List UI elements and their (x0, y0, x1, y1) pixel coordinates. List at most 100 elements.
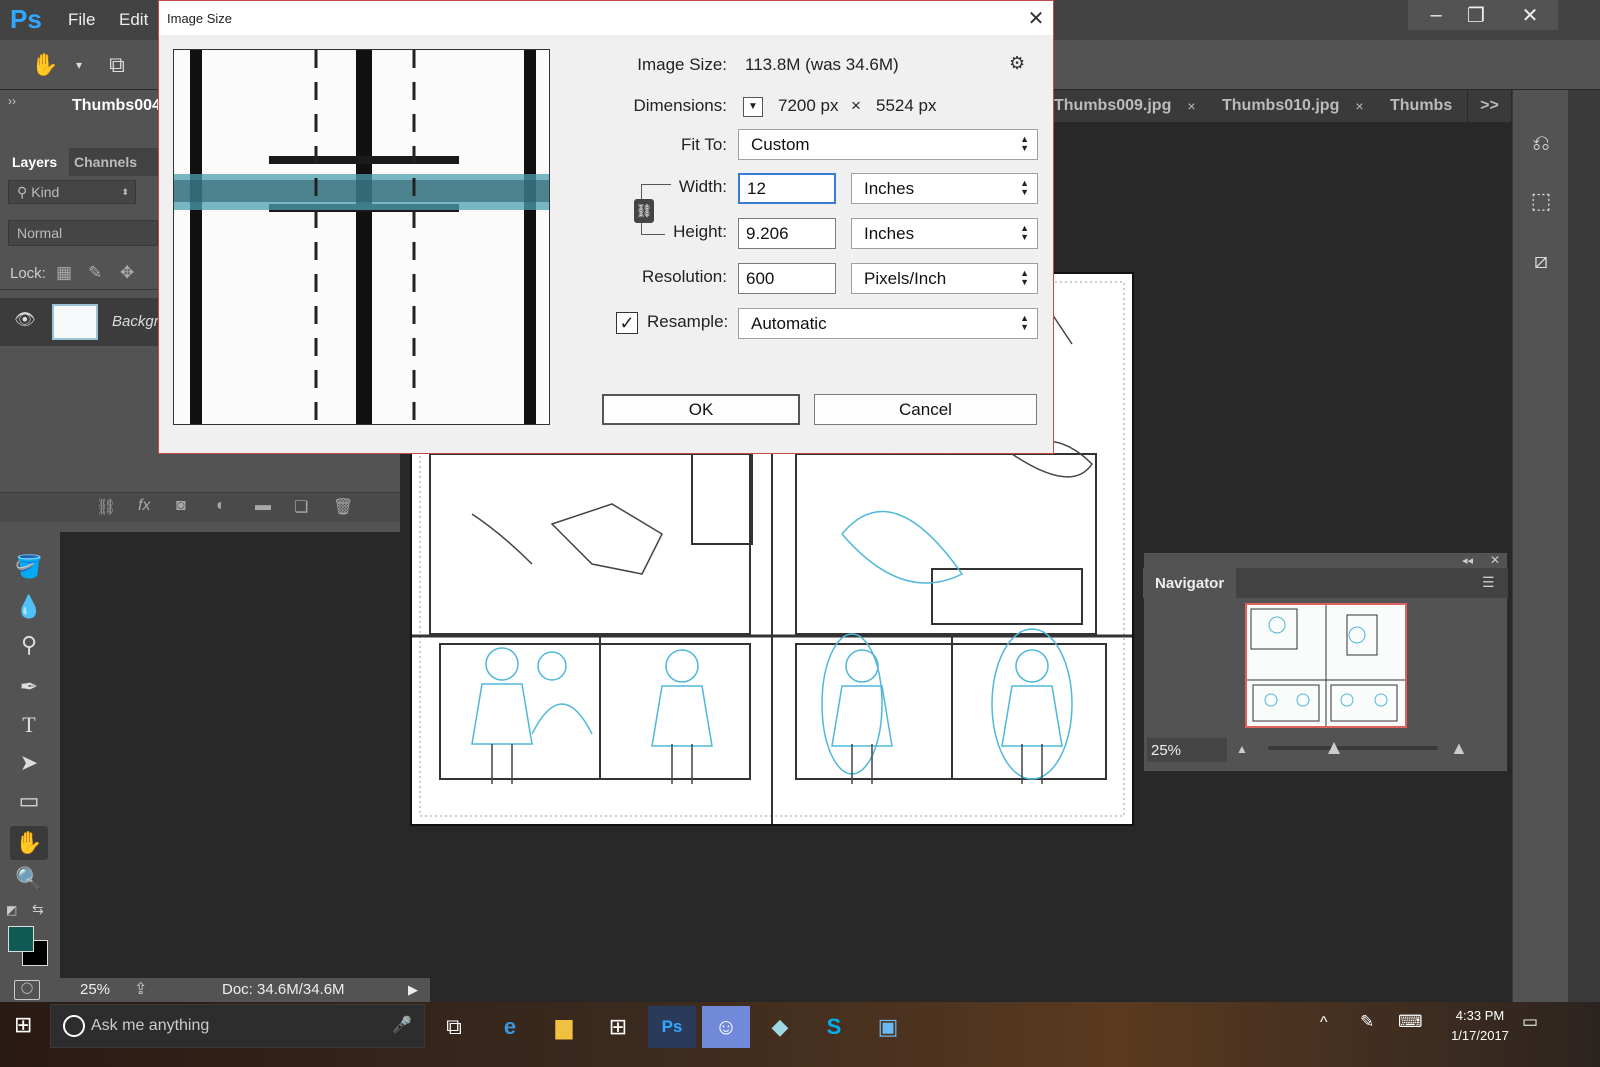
path-selection-icon[interactable]: ➤ (10, 746, 48, 780)
image-preview[interactable] (173, 49, 550, 425)
new-group-icon[interactable]: ▬ (255, 497, 271, 515)
layer-name[interactable]: Backgr (112, 313, 159, 330)
height-input[interactable]: 9.206 (738, 218, 836, 249)
navigator-thumbnail[interactable] (1245, 603, 1407, 728)
tab-overflow-button[interactable]: >> (1468, 90, 1512, 122)
close-dialog-icon[interactable]: ✕ (1023, 5, 1049, 31)
tab-navigator[interactable]: Navigator (1143, 568, 1237, 598)
kind-filter[interactable]: ⚲ Kind ⬍ (8, 180, 136, 204)
pen-tool-icon[interactable]: ✒ (10, 670, 48, 704)
edge-icon[interactable]: e (486, 1006, 534, 1048)
zoom-slider-handle[interactable] (1328, 742, 1340, 754)
type-tool-icon[interactable]: T (10, 708, 48, 742)
cancel-button[interactable]: Cancel (814, 394, 1037, 425)
resolution-unit-select[interactable]: Pixels/Inch ▲ ▼ (851, 263, 1038, 294)
lock-brush-icon[interactable]: ✎ (88, 263, 102, 283)
rectangle-tool-icon[interactable]: ▭ (10, 784, 48, 818)
keyboard-icon[interactable]: ⌨ (1398, 1012, 1423, 1032)
default-colors-icon[interactable]: ◩ (6, 903, 17, 917)
remote-desktop-icon[interactable]: ▣ (864, 1006, 912, 1048)
skype-icon[interactable]: S (810, 1006, 858, 1048)
gear-icon[interactable]: ⚙ (1009, 53, 1025, 74)
quick-mask-icon[interactable]: ◯ (14, 980, 40, 1000)
dodge-tool-icon[interactable]: ⚲ (10, 628, 48, 662)
app-icon[interactable]: ◆ (756, 1006, 804, 1048)
zoom-tool-icon[interactable]: 🔍 (10, 862, 48, 896)
close-tab-icon[interactable]: × (1187, 98, 1195, 114)
collapse-panel-icon[interactable]: ◂◂ (1462, 554, 1473, 567)
width-unit-select[interactable]: Inches ▲ ▼ (851, 173, 1038, 204)
file-explorer-icon[interactable]: ▆ (540, 1006, 588, 1048)
select-arrows-icon: ▲ ▼ (1020, 178, 1029, 197)
swap-colors-icon[interactable]: ⇆ (32, 901, 44, 918)
close-window-button[interactable]: ✕ (1502, 0, 1558, 30)
fit-to-select[interactable]: Custom ▲ ▼ (738, 129, 1038, 160)
blend-mode-select[interactable]: Normal (8, 220, 158, 246)
eye-visibility-icon[interactable]: 👁 (14, 310, 36, 330)
3d-icon[interactable]: ⬚ (1526, 186, 1556, 216)
zoom-slider[interactable] (1268, 746, 1438, 750)
dimensions-units-dropdown-icon[interactable]: ▼ (743, 97, 763, 117)
delete-layer-icon[interactable]: 🗑 (333, 497, 353, 517)
status-zoom[interactable]: 25% (80, 981, 110, 998)
lock-transparent-icon[interactable]: ▦ (56, 263, 72, 283)
microphone-icon[interactable]: 🎤 (392, 1015, 412, 1035)
resample-checkbox[interactable]: ✓ (616, 312, 638, 334)
scroll-all-windows-icon[interactable]: ⧉ (102, 50, 132, 80)
discord-icon[interactable]: ☺ (702, 1006, 750, 1048)
add-mask-icon[interactable]: ◙ (176, 497, 186, 515)
width-label: Width: (678, 177, 727, 196)
foreground-color-swatch[interactable] (8, 926, 34, 952)
hand-tool-icon[interactable]: ✋ (30, 50, 60, 80)
status-menu-arrow-icon[interactable]: ▶ (408, 982, 418, 998)
close-tab-icon[interactable]: × (1355, 98, 1363, 114)
hand-tool-icon[interactable]: ✋ (10, 826, 48, 860)
action-center-icon[interactable]: ▭ (1522, 1012, 1538, 1032)
lock-move-icon[interactable]: ✥ (120, 263, 134, 283)
menu-file[interactable]: File (68, 10, 95, 30)
resample-select[interactable]: Automatic ▲ ▼ (738, 308, 1038, 339)
ok-button[interactable]: OK (602, 394, 800, 425)
lock-label: Lock: (10, 265, 46, 282)
link-layers-icon[interactable]: ⛓ (96, 497, 116, 517)
restore-button[interactable]: ❐ (1448, 0, 1504, 30)
image-size-dialog: Image Size ✕ Image Size: 113.8M (was 34.… (158, 0, 1054, 454)
new-layer-icon[interactable]: ❏ (294, 497, 308, 517)
resolution-input[interactable]: 600 (738, 263, 836, 294)
adjustment-layer-icon[interactable]: ◐ (216, 497, 226, 515)
dimensions-label: Dimensions: (633, 96, 727, 115)
paint-bucket-icon[interactable]: 🪣 (10, 550, 48, 584)
pen-tray-icon[interactable]: ✎ (1360, 1012, 1374, 1032)
windows-start-icon[interactable]: ⊞ (14, 1012, 32, 1038)
menu-edit[interactable]: Edit (119, 10, 148, 30)
zoom-out-icon[interactable]: ▲ (1236, 742, 1248, 756)
tool-preset-dropdown-icon[interactable]: ▾ (64, 50, 94, 80)
tab-channels[interactable]: Channels (62, 148, 149, 176)
close-panel-icon[interactable]: ✕ (1490, 553, 1500, 567)
blur-tool-icon[interactable]: 💧 (10, 590, 48, 624)
constrain-proportions-link-icon[interactable]: ⛓ (634, 199, 654, 223)
fx-icon[interactable]: fx (138, 497, 150, 515)
tab-layers[interactable]: Layers (0, 148, 70, 176)
image-size-label: Image Size: (637, 55, 727, 74)
taskbar-clock[interactable]: 4:33 PM 1/17/2017 (1440, 1006, 1520, 1046)
photoshop-taskbar-icon[interactable]: Ps (648, 1006, 696, 1048)
taskbar-search[interactable]: Ask me anything 🎤 (50, 1004, 425, 1048)
share-icon[interactable]: ⇪ (134, 979, 147, 999)
width-input[interactable]: 12 (738, 173, 836, 204)
navigator-zoom-field[interactable]: 25% (1147, 738, 1227, 762)
height-unit-select[interactable]: Inches ▲ ▼ (851, 218, 1038, 249)
history-icon[interactable]: ⎌ (1526, 128, 1556, 158)
task-view-icon[interactable]: ⧉ (430, 1006, 478, 1048)
panel-collapse-icon[interactable]: ›› (0, 90, 58, 122)
tray-chevron-icon[interactable]: ^ (1320, 1014, 1328, 1032)
tab-thumbs[interactable]: Thumbs (1376, 90, 1468, 122)
panel-menu-icon[interactable]: ☰ (1482, 574, 1495, 591)
tab-thumbs009[interactable]: Thumbs009.jpg × (1040, 90, 1211, 122)
store-icon[interactable]: ⊞ (594, 1006, 642, 1048)
layer-thumbnail (52, 304, 98, 340)
height-label: Height: (673, 222, 727, 241)
properties-icon[interactable]: ⧄ (1526, 246, 1556, 276)
zoom-in-icon[interactable]: ▲ (1450, 738, 1468, 759)
tab-thumbs010[interactable]: Thumbs010.jpg × (1208, 90, 1379, 122)
